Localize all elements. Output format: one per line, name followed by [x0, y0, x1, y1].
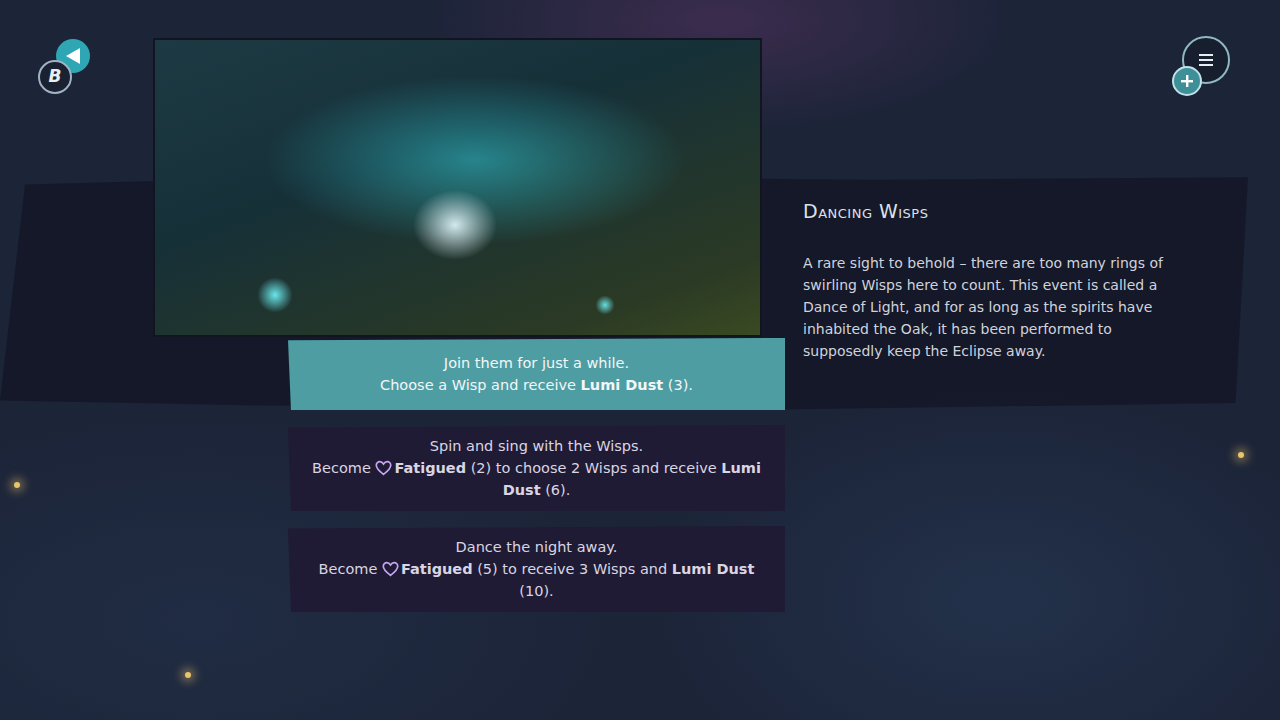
firefly: [14, 482, 20, 488]
event-option[interactable]: Join them for just a while.Choose a Wisp…: [288, 338, 785, 410]
effect-text: (3).: [663, 377, 693, 393]
option-effect: Choose a Wisp and receive Lumi Dust (3).: [310, 374, 763, 396]
event-illustration: [155, 40, 760, 335]
option-effect: Become Fatigued (5) to receive 3 Wisps a…: [310, 558, 763, 602]
controller-key: B: [38, 60, 72, 94]
effect-text: Become: [319, 561, 382, 577]
back-button[interactable]: B: [35, 38, 97, 98]
menu-button[interactable]: [1170, 35, 1234, 97]
firefly: [185, 672, 191, 678]
effect-text: (10).: [519, 583, 553, 599]
plus-icon: [1180, 74, 1194, 88]
reward-name: Lumi Dust: [581, 377, 664, 393]
status-effect: Fatigued: [375, 460, 466, 476]
status-effect: Fatigued: [382, 561, 473, 577]
heart-icon: [382, 561, 399, 577]
menu-icon: [1198, 53, 1214, 67]
event-info: Dancing Wisps A rare sight to behold – t…: [803, 40, 1183, 612]
heart-icon: [375, 460, 392, 476]
option-effect: Become Fatigued (2) to choose 2 Wisps an…: [310, 457, 763, 501]
status-name: Fatigued: [394, 460, 466, 476]
event-title: Dancing Wisps: [803, 197, 1183, 226]
event-description: A rare sight to behold – there are too m…: [803, 252, 1183, 362]
status-name: Fatigued: [401, 561, 473, 577]
option-list: Join them for just a while.Choose a Wisp…: [288, 338, 785, 612]
effect-text: Become: [312, 460, 375, 476]
event-screen: B Join them for just a while.Choose a Wi…: [0, 0, 1280, 720]
option-title: Dance the night away.: [310, 536, 763, 558]
effect-text: (6).: [541, 482, 571, 498]
effect-text: Choose a Wisp and receive: [380, 377, 581, 393]
effect-text: (2) to choose 2 Wisps and receive: [466, 460, 721, 476]
event-option[interactable]: Spin and sing with the Wisps.Become Fati…: [288, 425, 785, 511]
reward-name: Lumi Dust: [672, 561, 755, 577]
event-option[interactable]: Dance the night away.Become Fatigued (5)…: [288, 526, 785, 612]
option-title: Join them for just a while.: [310, 352, 763, 374]
option-title: Spin and sing with the Wisps.: [310, 435, 763, 457]
effect-text: (5) to receive 3 Wisps and: [473, 561, 672, 577]
firefly: [1238, 452, 1244, 458]
